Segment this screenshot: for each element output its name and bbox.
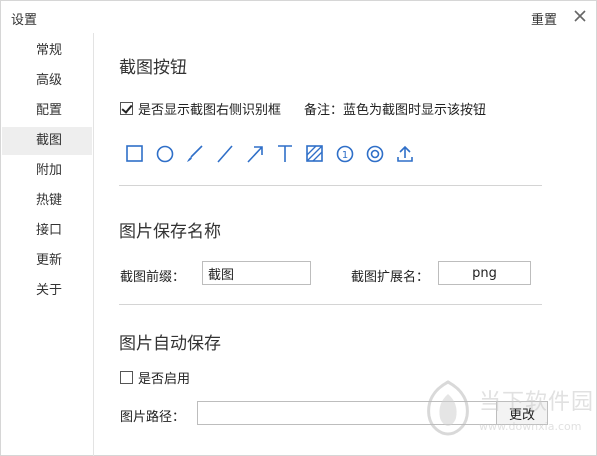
enable-auto-save-label: 是否启用 [138, 372, 191, 387]
settings-window: 设置 重置 常规 高级 配置 截图 附加 热键 接口 更新 关于 截图按钮 是否… [0, 0, 597, 456]
number-icon: 1 [336, 145, 354, 163]
target-icon [366, 145, 384, 163]
window-title: 设置 [11, 13, 38, 28]
upload-icon [397, 145, 413, 162]
sidebar: 常规 高级 配置 截图 附加 热键 接口 更新 关于 [1, 33, 94, 456]
downxia-logo-icon [427, 380, 469, 436]
text-tool-button[interactable] [274, 143, 296, 165]
sidebar-item-about[interactable]: 关于 [2, 277, 92, 305]
section-title-auto-save: 图片自动保存 [119, 334, 221, 354]
ellipse-icon [156, 145, 174, 163]
brush-icon [187, 145, 203, 162]
section-title-screenshot-buttons: 截图按钮 [119, 58, 187, 78]
sidebar-item-advanced[interactable]: 高级 [2, 67, 92, 95]
line-icon [217, 145, 233, 163]
rectangle-icon [126, 145, 143, 162]
number-tool-glyph: 1 [342, 150, 348, 161]
divider [119, 304, 542, 305]
sidebar-item-interface[interactable]: 接口 [2, 217, 92, 245]
watermark-brand: 当下软件园 [479, 390, 595, 415]
mosaic-icon [306, 145, 323, 162]
extension-label: 截图扩展名： [351, 270, 430, 285]
sidebar-item-general[interactable]: 常规 [2, 37, 92, 65]
path-label: 图片路径： [120, 410, 186, 425]
divider [119, 185, 542, 186]
enable-auto-save-checkbox[interactable] [120, 371, 133, 384]
show-recognition-row[interactable]: 是否显示截图右侧识别框 [120, 99, 281, 118]
watermark: 当下软件园 www.downxia.com [417, 376, 597, 446]
brush-tool-button[interactable] [184, 143, 206, 165]
section-title-save-name: 图片保存名称 [119, 222, 221, 242]
sidebar-item-update[interactable]: 更新 [2, 247, 92, 275]
sidebar-item-screenshot[interactable]: 截图 [2, 127, 92, 155]
reset-button[interactable]: 重置 [531, 9, 557, 28]
arrow-tool-button[interactable] [244, 143, 266, 165]
rectangle-tool-button[interactable] [124, 143, 146, 165]
mosaic-tool-button[interactable] [304, 143, 326, 165]
sidebar-item-hotkeys[interactable]: 热键 [2, 187, 92, 215]
title-bar: 设置 重置 [1, 1, 597, 33]
extension-input[interactable] [438, 261, 531, 285]
show-recognition-checkbox[interactable] [120, 102, 133, 115]
close-button[interactable] [571, 7, 589, 25]
target-tool-button[interactable] [364, 143, 386, 165]
close-icon [574, 10, 586, 22]
sidebar-item-addons[interactable]: 附加 [2, 157, 92, 185]
sidebar-item-config[interactable]: 配置 [2, 97, 92, 125]
note-text: 备注：蓝色为截图时显示该按钮 [304, 103, 487, 118]
show-recognition-label: 是否显示截图右侧识别框 [138, 103, 282, 118]
number-tool-button[interactable]: 1 [334, 143, 356, 165]
line-tool-button[interactable] [214, 143, 236, 165]
ellipse-tool-button[interactable] [154, 143, 176, 165]
prefix-label: 截图前缀： [120, 270, 186, 285]
text-icon [278, 145, 292, 162]
prefix-input[interactable] [202, 261, 311, 285]
watermark-url: www.downxia.com [479, 420, 582, 433]
enable-auto-save-row[interactable]: 是否启用 [120, 368, 190, 387]
upload-tool-button[interactable] [394, 143, 416, 165]
arrow-icon [247, 146, 263, 163]
